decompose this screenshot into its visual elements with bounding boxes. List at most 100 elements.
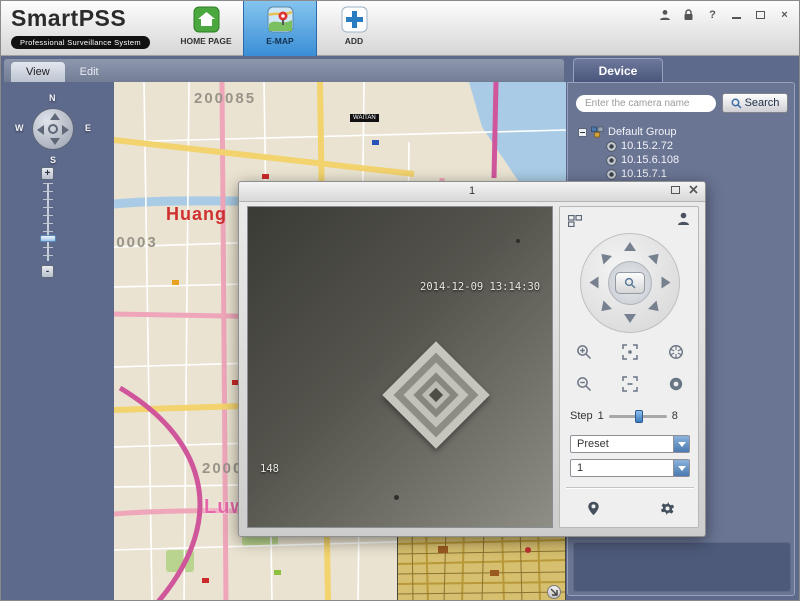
pan-down-icon[interactable]: [50, 138, 60, 145]
lock-icon[interactable]: [682, 8, 695, 21]
person-icon[interactable]: [677, 212, 690, 231]
group-name-label: Default Group: [608, 126, 676, 138]
search-icon: [731, 98, 742, 109]
pan-center-icon[interactable]: [48, 124, 58, 134]
smartpss-window: SmartPSS Professional Surveillance Syste…: [0, 0, 800, 601]
preset-number-dropdown[interactable]: 1: [570, 459, 690, 477]
grid-icon[interactable]: [568, 214, 582, 232]
compass-east-label: E: [85, 123, 91, 133]
help-icon[interactable]: ?: [706, 8, 719, 21]
ptz-divider: [566, 487, 694, 488]
camera-search-input[interactable]: [576, 95, 716, 112]
focus-near-button[interactable]: [620, 343, 640, 361]
ptz-3d-position-button[interactable]: [615, 272, 645, 294]
chevron-down-icon: [678, 442, 686, 447]
camera-name-label: 10.15.2.72: [621, 140, 673, 152]
pan-left-icon[interactable]: [37, 125, 44, 135]
video-window-titlebar[interactable]: 1: [239, 182, 705, 202]
window-close-icon[interactable]: [689, 185, 698, 194]
video-timestamp: 2014-12-09 13:14:30: [420, 281, 540, 293]
tab-add-label: ADD: [345, 36, 363, 46]
iris-close-button[interactable]: [666, 375, 686, 393]
minimap-graphic: [398, 526, 566, 601]
app-subtitle: Professional Surveillance System: [11, 36, 150, 49]
step-min-label: 1: [598, 410, 604, 422]
tab-emap-label: E-MAP: [266, 36, 293, 46]
camera-row[interactable]: 10.15.7.1: [578, 167, 788, 181]
maximize-icon[interactable]: [754, 8, 767, 21]
video-feed[interactable]: 2014-12-09 13:14:30 148: [247, 206, 553, 528]
zoom-in-lens-button[interactable]: [574, 343, 594, 361]
camera-row[interactable]: 10.15.2.72: [578, 139, 788, 153]
tab-home-page[interactable]: HOME PAGE: [169, 1, 243, 56]
device-tree: Default Group 10.15.2.72 10.15.6.108: [578, 125, 788, 181]
step-slider-handle[interactable]: [635, 410, 643, 423]
live-video-window[interactable]: 1 2014-12-09 13:14:30 148: [238, 181, 706, 537]
zoom-in-button[interactable]: +: [41, 167, 54, 180]
map-icon: [267, 6, 294, 33]
preset-number-dropdown-button[interactable]: [673, 460, 689, 476]
tab-add[interactable]: ADD: [317, 1, 391, 56]
device-panel-footer: [573, 542, 791, 592]
tab-device[interactable]: Device: [573, 58, 663, 83]
map-label-huangpu: Huang: [166, 204, 227, 225]
ptz-up-icon[interactable]: [624, 242, 636, 251]
corner-arrow-icon: [550, 588, 558, 596]
search-button-label: Search: [745, 97, 780, 109]
ptz-step-row: Step 1 8: [570, 409, 690, 423]
tab-view[interactable]: View: [11, 62, 65, 82]
video-osd-label: 148: [260, 463, 279, 475]
ptz-up-left-icon[interactable]: [597, 250, 612, 265]
step-label: Step: [570, 410, 593, 422]
window-controls: ? ×: [658, 8, 791, 21]
map-label-waitan: WAITAN: [350, 114, 379, 122]
collapse-corner-button[interactable]: [547, 585, 561, 599]
zoom-out-lens-button[interactable]: [574, 375, 594, 393]
user-icon[interactable]: [658, 8, 671, 21]
camera-name-label: 10.15.6.108: [621, 154, 679, 166]
window-maximize-icon[interactable]: [671, 186, 680, 194]
preset-dropdown-button[interactable]: [673, 436, 689, 452]
pan-up-icon[interactable]: [50, 113, 60, 120]
ptz-up-right-icon[interactable]: [648, 250, 663, 265]
ptz-direction-pad[interactable]: [580, 233, 680, 333]
iris-open-button[interactable]: [666, 343, 686, 361]
tree-group-row[interactable]: Default Group: [578, 125, 788, 139]
step-max-label: 8: [672, 410, 678, 422]
minimize-icon[interactable]: [730, 8, 743, 21]
camera-icon: [606, 155, 617, 166]
collapse-icon[interactable]: [578, 128, 587, 137]
compass-west-label: W: [15, 123, 24, 133]
ptz-down-icon[interactable]: [624, 314, 636, 323]
ptz-settings-button[interactable]: [654, 497, 680, 519]
search-button[interactable]: Search: [722, 93, 788, 113]
pan-right-icon[interactable]: [62, 125, 69, 135]
compass-south-label: S: [50, 155, 56, 165]
chevron-down-icon: [678, 466, 686, 471]
ptz-footer: [560, 497, 700, 519]
zoom-track[interactable]: [43, 183, 53, 261]
focus-far-button[interactable]: [620, 375, 640, 393]
tab-emap[interactable]: E-MAP: [243, 1, 317, 56]
compass-pad[interactable]: [32, 108, 74, 150]
map-label-postcode-left: 00003: [114, 234, 158, 251]
video-window-title: 1: [239, 182, 705, 201]
ptz-down-right-icon[interactable]: [648, 301, 663, 316]
tab-edit[interactable]: Edit: [65, 62, 114, 82]
emap-tabbar: View Edit: [4, 59, 564, 82]
camera-row[interactable]: 10.15.6.108: [578, 153, 788, 167]
ptz-left-icon[interactable]: [590, 277, 599, 289]
close-icon[interactable]: ×: [778, 8, 791, 21]
zoom-out-button[interactable]: -: [41, 265, 54, 278]
ceiling-dot: [516, 239, 520, 243]
ptz-panel: Step 1 8 Preset 1: [559, 206, 699, 528]
camera-icon: [606, 141, 617, 152]
ptz-down-left-icon[interactable]: [597, 301, 612, 316]
zoom-handle[interactable]: [40, 235, 56, 242]
group-icon: [591, 126, 604, 138]
preset-dropdown[interactable]: Preset: [570, 435, 690, 453]
step-slider[interactable]: [609, 415, 667, 418]
goto-preset-button[interactable]: [580, 497, 606, 519]
ptz-right-icon[interactable]: [662, 277, 671, 289]
map-compass: N W E S: [15, 93, 91, 165]
